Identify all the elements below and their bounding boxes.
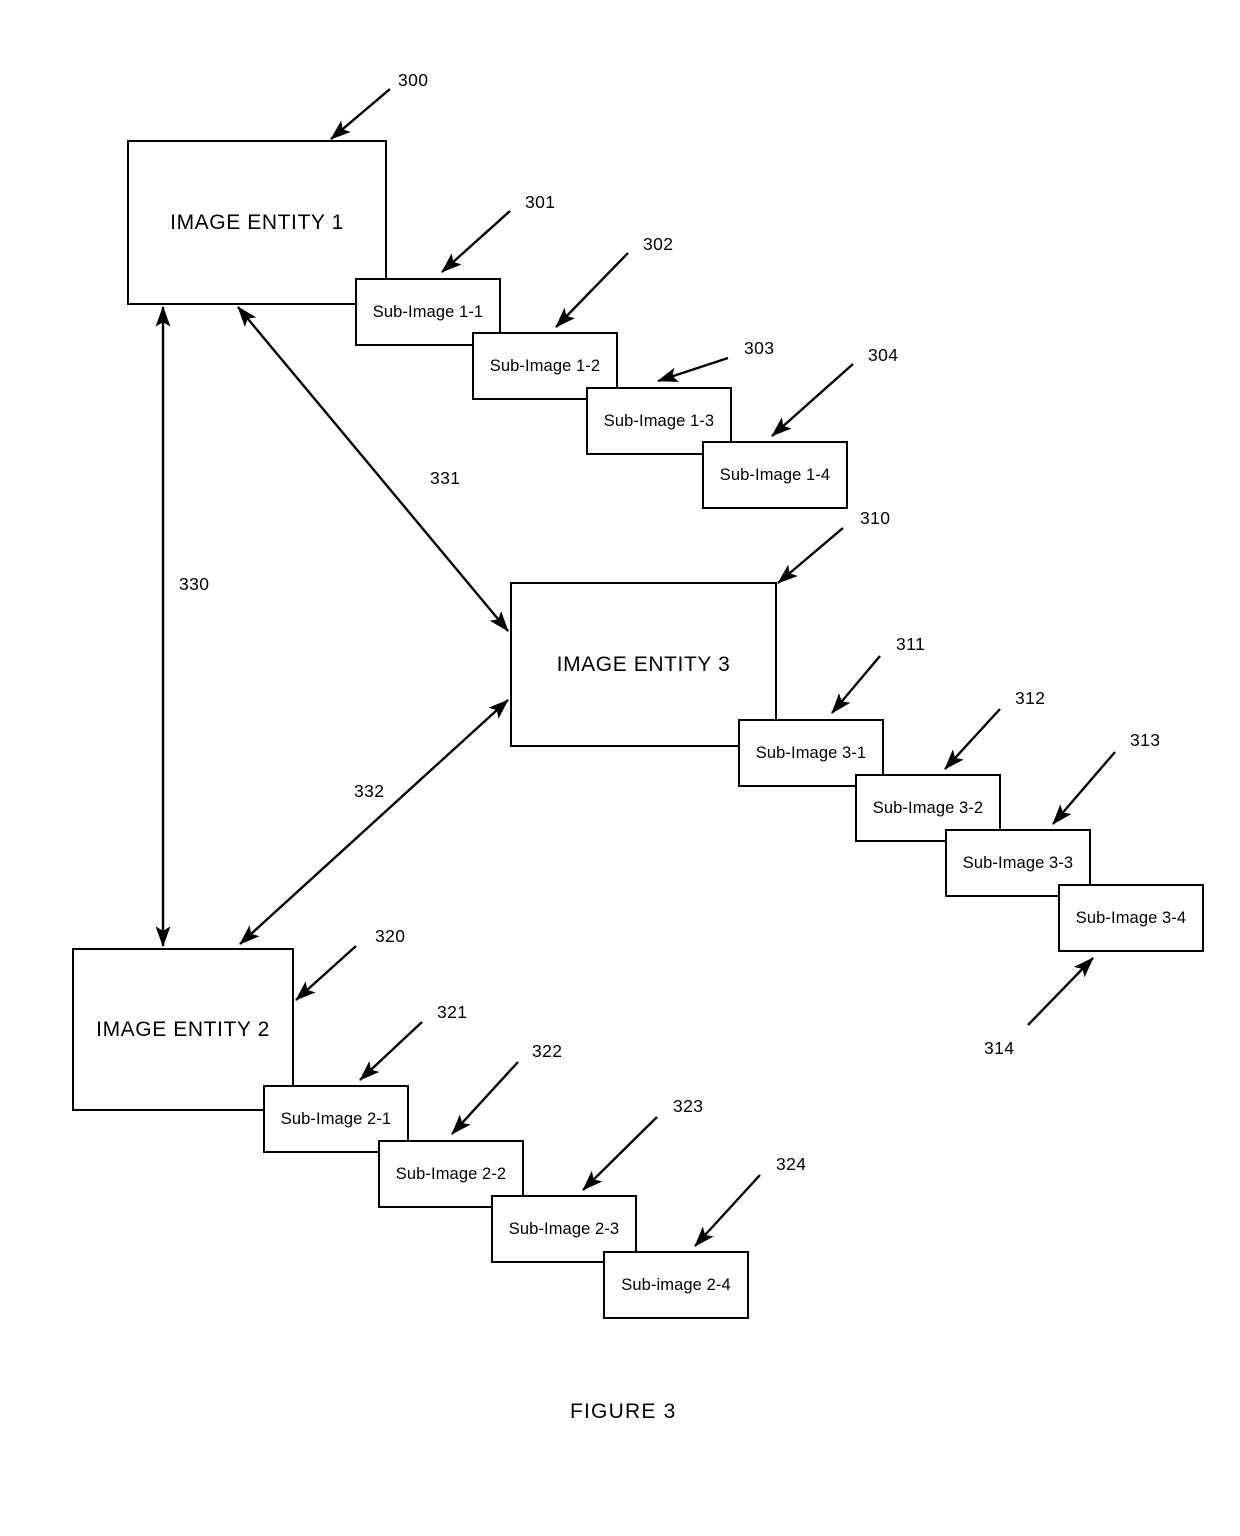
entity-label: IMAGE ENTITY 3: [556, 652, 731, 676]
reference-numeral-313: 313: [1130, 730, 1161, 750]
relation-arrow-331: [237, 306, 509, 632]
sub-image-label: Sub-Image 3-4: [1075, 908, 1187, 927]
sub-image-box-3-4[interactable]: Sub-Image 3-4: [1058, 884, 1204, 952]
sub-image-box-2-4[interactable]: Sub-image 2-4: [603, 1251, 749, 1319]
leader-arrow-311: [831, 655, 881, 714]
leader-arrow-322: [451, 1061, 519, 1135]
reference-numeral-301: 301: [525, 192, 556, 212]
sub-image-label: Sub-Image 3-2: [872, 798, 984, 817]
leader-arrow-324: [694, 1174, 761, 1247]
reference-numeral-311: 311: [896, 634, 926, 654]
sub-image-label: Sub-Image 1-4: [719, 465, 831, 484]
reference-numeral-300: 300: [398, 70, 429, 90]
leader-arrow-300: [330, 88, 391, 140]
sub-image-label: Sub-image 2-4: [621, 1275, 731, 1294]
leader-arrow-310: [777, 527, 844, 584]
reference-numeral-304: 304: [868, 345, 899, 365]
patent-figure-3: IMAGE ENTITY 1 IMAGE ENTITY 3 IMAGE ENTI…: [0, 0, 1240, 1536]
leader-arrow-321: [359, 1021, 423, 1081]
leader-arrow-323: [582, 1116, 658, 1191]
sub-image-label: Sub-Image 3-1: [755, 743, 867, 762]
sub-image-label: Sub-Image 2-3: [508, 1219, 620, 1238]
reference-numeral-322: 322: [532, 1041, 563, 1061]
reference-numeral-330: 330: [179, 574, 210, 594]
reference-numeral-331: 331: [430, 468, 461, 488]
relation-arrow-layer: [155, 306, 509, 947]
reference-numeral-314: 314: [984, 1038, 1015, 1058]
sub-image-label: Sub-Image 1-3: [603, 411, 715, 430]
leader-arrow-313: [1052, 751, 1116, 825]
leader-arrow-302: [555, 252, 629, 328]
leader-arrow-301: [441, 210, 511, 273]
leader-arrow-320: [295, 945, 357, 1001]
leader-arrow-312: [944, 708, 1001, 770]
reference-numeral-302: 302: [643, 234, 674, 254]
sub-image-label: Sub-Image 2-2: [395, 1164, 507, 1183]
entity-label: IMAGE ENTITY 2: [96, 1017, 270, 1041]
entity-label: IMAGE ENTITY 1: [170, 210, 344, 234]
reference-numeral-332: 332: [354, 781, 385, 801]
reference-numeral-323: 323: [673, 1096, 704, 1116]
reference-numeral-310: 310: [860, 508, 891, 528]
reference-numeral-324: 324: [776, 1154, 807, 1174]
entity-box-image-entity-3[interactable]: IMAGE ENTITY 3: [510, 582, 777, 747]
entity-box-image-entity-1[interactable]: IMAGE ENTITY 1: [127, 140, 387, 305]
sub-image-label: Sub-Image 2-1: [280, 1109, 392, 1128]
entity-box-image-entity-2[interactable]: IMAGE ENTITY 2: [72, 948, 294, 1111]
leader-arrow-314: [1027, 957, 1094, 1026]
reference-numeral-321: 321: [437, 1002, 468, 1022]
relation-arrow-332: [239, 699, 509, 945]
reference-numeral-312: 312: [1015, 688, 1046, 708]
figure-caption: FIGURE 3: [570, 1400, 677, 1423]
sub-image-box-1-4[interactable]: Sub-Image 1-4: [702, 441, 848, 509]
sub-image-label: Sub-Image 3-3: [962, 853, 1074, 872]
sub-image-label: Sub-Image 1-1: [372, 302, 484, 321]
leader-arrow-304: [771, 363, 854, 437]
reference-numeral-320: 320: [375, 926, 406, 946]
reference-numeral-303: 303: [744, 338, 775, 358]
sub-image-label: Sub-Image 1-2: [489, 356, 601, 375]
leader-arrow-303: [657, 356, 729, 383]
